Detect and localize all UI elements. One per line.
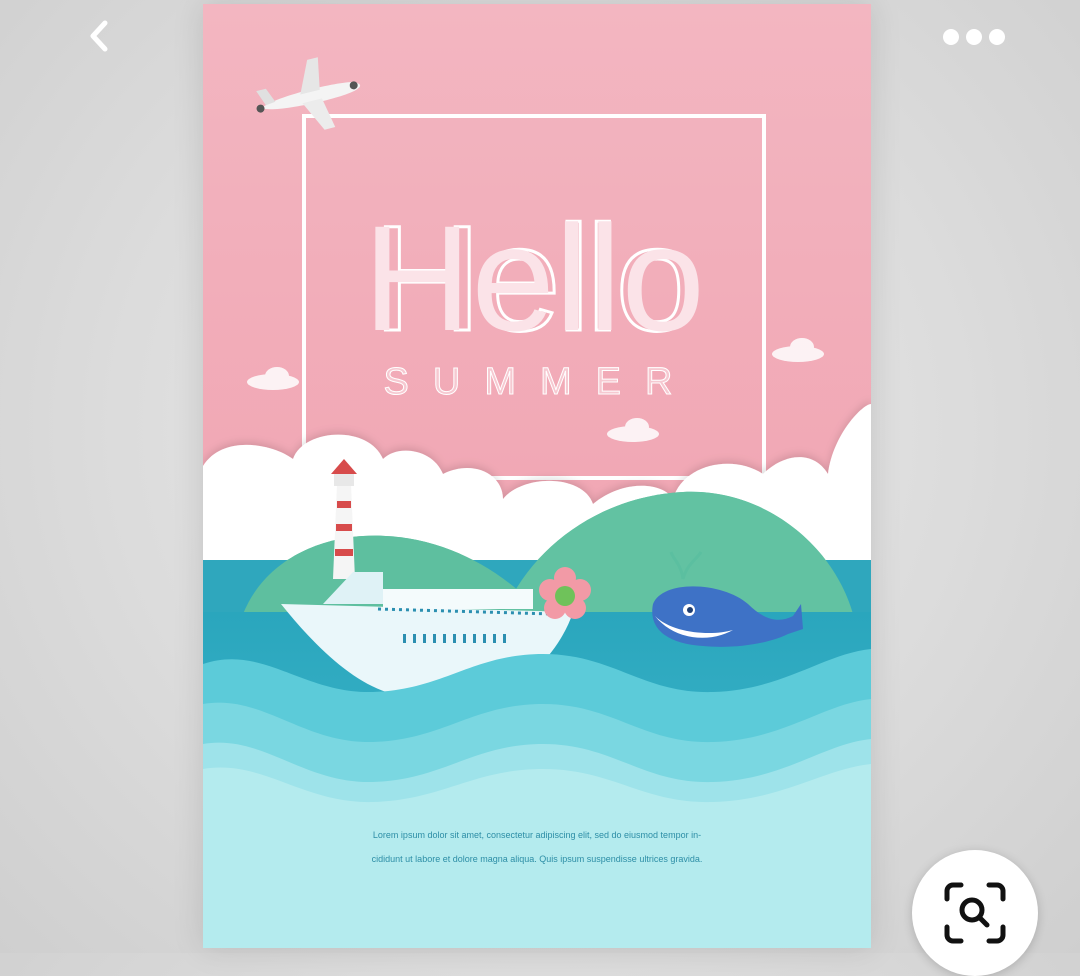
chevron-left-icon <box>90 20 108 52</box>
back-button[interactable] <box>78 14 122 58</box>
body-text-line-2: cididunt ut labore et dolore magna aliqu… <box>372 854 703 864</box>
visual-search-icon <box>944 882 1006 944</box>
headline: Hello <box>363 194 705 362</box>
more-horizontal-icon <box>943 29 1005 45</box>
body-text-line-1: Lorem ipsum dolor sit amet, consectetur … <box>373 830 701 840</box>
visual-search-button[interactable] <box>912 850 1038 976</box>
more-options-button[interactable] <box>934 20 1018 54</box>
subheadline: SUMMER <box>384 361 697 403</box>
poster-image: Hello Hello SUMMER Lorem ipsum dolor sit… <box>203 4 871 948</box>
